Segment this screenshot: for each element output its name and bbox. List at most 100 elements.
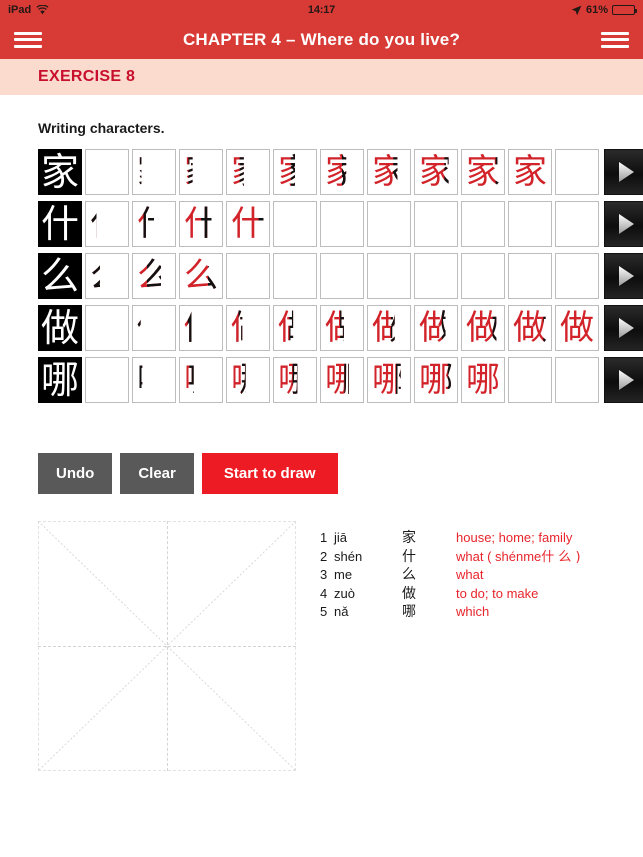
stroke-step-cell: 什什 xyxy=(226,201,270,247)
vocabulary-index: 5 xyxy=(320,604,328,619)
stroke-glyph-drawn: 家 xyxy=(466,152,500,192)
stroke-glyph-new: 哪 xyxy=(137,360,171,400)
stroke-glyph-drawn: 做 xyxy=(513,308,547,348)
stroke-order-row: 家家家家家家家家家家家家家家家家家家家家家 xyxy=(38,149,643,195)
stroke-empty-cell xyxy=(367,253,411,299)
hamburger-menu-icon-left[interactable] xyxy=(14,31,42,49)
stroke-step-cell: 哪哪 xyxy=(179,357,223,403)
stroke-order-row: 做做做做做做做做做做做做做做做做做做做做做做做 xyxy=(38,305,643,351)
stroke-step-cell: 什什 xyxy=(132,201,176,247)
vocabulary-meaning-text: what ( shénme xyxy=(456,548,542,564)
vocabulary-meaning: what xyxy=(456,566,483,584)
stroke-empty-cell xyxy=(414,201,458,247)
vocabulary-pinyin: zuò xyxy=(334,585,355,601)
stroke-step-cell: 什什 xyxy=(179,201,223,247)
ios-status-bar: iPad 14:17 61% xyxy=(0,0,643,20)
stroke-glyph-drawn: 家 xyxy=(231,152,265,192)
stroke-glyph-drawn: 做 xyxy=(90,308,124,348)
vocabulary-row: 1 jiā 家 house; home; family xyxy=(320,529,581,548)
stroke-empty-cell xyxy=(414,253,458,299)
stroke-glyph-drawn: 做 xyxy=(137,308,171,348)
vocabulary-index: 4 xyxy=(320,585,328,601)
vocabulary-meaning-text: what xyxy=(456,567,484,582)
character-glyph: 做 xyxy=(40,306,79,350)
stroke-step-cell: 做做 xyxy=(226,305,270,351)
stroke-step-cell: 做做 xyxy=(320,305,364,351)
stroke-empty-cell xyxy=(555,253,599,299)
stroke-empty-cell xyxy=(508,201,552,247)
stroke-step-cell: 做做 xyxy=(508,305,552,351)
stroke-glyph-drawn: 哪 xyxy=(466,360,500,400)
vocabulary-character: 做 xyxy=(402,585,416,602)
play-icon[interactable] xyxy=(604,201,643,247)
vocabulary-row: 2 shén 什 what ( shénme什 么 ) xyxy=(320,548,581,567)
play-icon[interactable] xyxy=(604,253,643,299)
vocabulary-pinyin: nǎ xyxy=(334,604,349,619)
stroke-step-cell: 做做 xyxy=(179,305,223,351)
stroke-glyph-drawn: 做 xyxy=(372,308,406,348)
stroke-glyph-drawn: 什 xyxy=(137,204,171,244)
vocabulary-pinyin: jiā xyxy=(334,530,348,545)
play-icon[interactable] xyxy=(604,305,643,351)
vocabulary-index: 3 xyxy=(320,567,328,582)
stroke-glyph-new: 哪 xyxy=(90,360,124,400)
stroke-order-row: 么么么么么么么 xyxy=(38,253,643,299)
clear-button[interactable]: Clear xyxy=(120,453,194,494)
stroke-step-cell: 哪哪 xyxy=(461,357,505,403)
stroke-step-cell: 家家 xyxy=(508,149,552,195)
character-head-cell: 家 xyxy=(38,149,82,195)
action-button-row: Undo Clear Start to draw xyxy=(38,453,605,494)
hamburger-menu-icon-right[interactable] xyxy=(601,31,629,49)
stroke-glyph-drawn: 做 xyxy=(560,308,594,348)
stroke-order-table: 家家家家家家家家家家家家家家家家家家家家家什什什什什什什什什么么么么么么么做做做… xyxy=(38,149,643,403)
canvas-vertical-guide xyxy=(167,521,168,771)
stroke-step-cell: 家家 xyxy=(226,149,270,195)
stroke-step-cell: 家家 xyxy=(179,149,223,195)
vocabulary-meaning-chinese: 什 么 ) xyxy=(541,549,581,565)
main-content: Writing characters. 家家家家家家家家家家家家家家家家家家家家… xyxy=(0,120,643,771)
section-heading: Writing characters. xyxy=(38,120,165,136)
stroke-glyph-drawn: 做 xyxy=(278,308,312,348)
play-icon[interactable] xyxy=(604,149,643,195)
stroke-step-cell: 做做 xyxy=(414,305,458,351)
stroke-glyph-new: 做 xyxy=(90,308,124,348)
stroke-step-cell: 家家 xyxy=(367,149,411,195)
vocabulary-meaning-text: to do; to make xyxy=(456,585,539,601)
stroke-order-row: 什什什什什什什什什 xyxy=(38,201,643,247)
stroke-empty-cell xyxy=(555,357,599,403)
stroke-glyph-new: 做 xyxy=(184,308,218,348)
stroke-glyph-new: 做 xyxy=(137,308,171,348)
stroke-step-cell: 做做 xyxy=(132,305,176,351)
character-glyph: 么 xyxy=(40,254,79,298)
stroke-glyph-drawn: 家 xyxy=(513,152,547,192)
stroke-step-cell: 做做 xyxy=(367,305,411,351)
character-glyph: 什 xyxy=(40,202,79,246)
stroke-step-cell: 哪哪 xyxy=(132,357,176,403)
stroke-glyph-drawn: 家 xyxy=(372,152,406,192)
play-icon[interactable] xyxy=(604,357,643,403)
vocabulary-index: 1 xyxy=(320,530,328,545)
character-head-cell: 哪 xyxy=(38,357,82,403)
stroke-glyph-new: 家 xyxy=(90,152,124,192)
start-to-draw-button[interactable]: Start to draw xyxy=(201,453,338,494)
stroke-step-cell: 家家 xyxy=(414,149,458,195)
stroke-order-row: 哪哪哪哪哪哪哪哪哪哪哪哪哪哪哪哪哪哪哪 xyxy=(38,357,643,403)
character-head-cell: 么 xyxy=(38,253,82,299)
vocabulary-pinyin: shén xyxy=(334,548,363,564)
vocabulary-row: 5 nǎ 哪 which xyxy=(320,603,581,622)
vocabulary-meaning-text: which xyxy=(456,604,490,619)
location-arrow-icon xyxy=(571,5,582,16)
vocabulary-meaning: to do; to make xyxy=(456,585,538,603)
undo-button[interactable]: Undo xyxy=(38,453,113,494)
stroke-step-cell: 么么 xyxy=(132,253,176,299)
stroke-step-cell: 哪哪 xyxy=(226,357,270,403)
stroke-step-cell: 哪哪 xyxy=(85,357,129,403)
drawing-canvas[interactable] xyxy=(38,521,296,771)
vocabulary-pinyin: me xyxy=(334,567,353,582)
stroke-step-cell: 哪哪 xyxy=(273,357,317,403)
vocabulary-character: 什 xyxy=(402,548,416,565)
stroke-glyph-drawn: 家 xyxy=(278,152,312,192)
stroke-glyph-drawn: 做 xyxy=(419,308,453,348)
stroke-empty-cell xyxy=(508,253,552,299)
stroke-step-cell: 家家 xyxy=(320,149,364,195)
